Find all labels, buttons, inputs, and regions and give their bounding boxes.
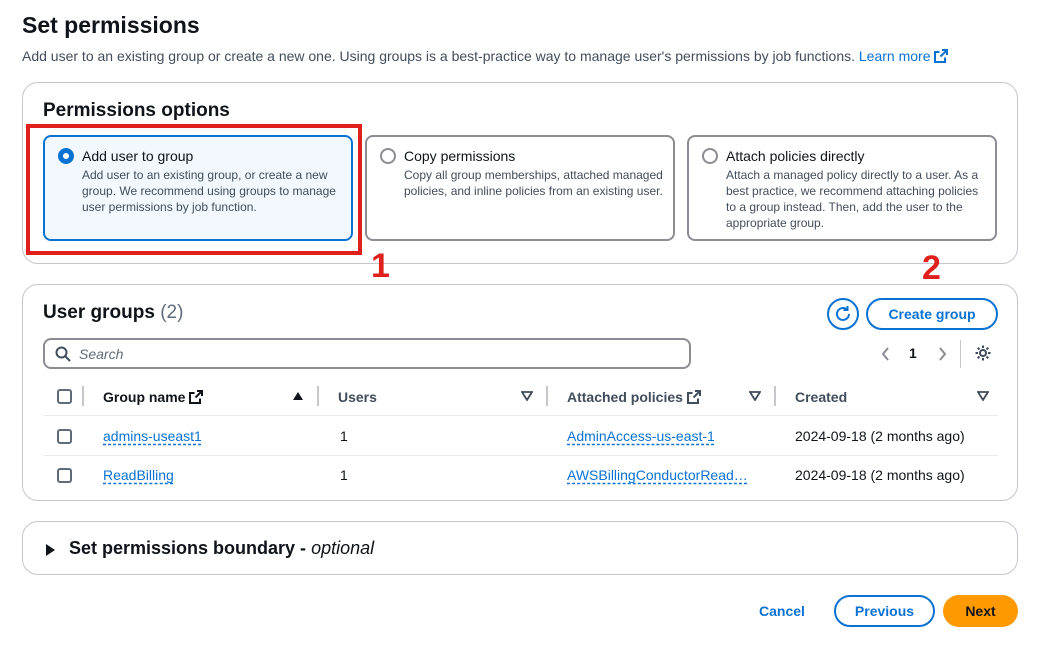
column-header-group-name[interactable]: Group name [103, 389, 204, 405]
created-date: 2024-09-18 (2 months ago) [795, 428, 965, 444]
policy-link[interactable]: AdminAccess-us-east-1 [567, 428, 715, 444]
page-description-text: Add user to an existing group or create … [22, 48, 855, 64]
select-all-checkbox[interactable] [57, 389, 72, 404]
previous-page-icon[interactable] [880, 347, 892, 361]
row-checkbox[interactable] [57, 429, 72, 444]
radio-copy-permissions[interactable] [380, 148, 396, 164]
external-link-icon [934, 49, 949, 63]
search-icon [55, 346, 71, 362]
row-checkbox[interactable] [57, 468, 72, 483]
refresh-icon [836, 306, 850, 321]
create-group-button[interactable]: Create group [866, 298, 998, 330]
page-title: Set permissions [22, 12, 200, 38]
column-header-label: Attached policies [567, 389, 683, 405]
option-label: Copy permissions [404, 148, 516, 164]
permissions-boundary-label[interactable]: Set permissions boundary - optional [69, 538, 374, 559]
column-separator [546, 386, 548, 406]
page-description: Add user to an existing group or create … [22, 48, 949, 64]
column-header-label: Group name [103, 389, 186, 405]
refresh-button[interactable] [827, 298, 859, 330]
gear-icon[interactable] [974, 344, 992, 362]
column-separator [774, 386, 776, 406]
users-count: 1 [340, 428, 348, 444]
user-groups-count: (2) [160, 302, 184, 323]
cancel-button[interactable]: Cancel [748, 595, 816, 627]
option-description: Copy all group memberships, attached man… [404, 168, 663, 198]
next-button[interactable]: Next [943, 595, 1018, 627]
previous-button[interactable]: Previous [834, 595, 935, 627]
sort-icon[interactable] [977, 391, 989, 401]
annotation-number-1: 1 [371, 247, 390, 285]
column-header-attached-policies[interactable]: Attached policies [567, 389, 701, 405]
annotation-number-2: 2 [922, 249, 941, 287]
boundary-title: Set permissions boundary - [69, 538, 312, 558]
table-header-divider [43, 415, 998, 416]
column-header-created[interactable]: Created [795, 389, 847, 405]
page-number[interactable]: 1 [909, 345, 917, 361]
permissions-options-heading: Permissions options [43, 100, 230, 121]
user-groups-heading: User groups (2) [43, 302, 183, 324]
permissions-boundary-panel[interactable]: Set permissions boundary - optional [22, 521, 1018, 575]
group-name-link[interactable]: admins-useast1 [103, 428, 202, 444]
users-count: 1 [340, 467, 348, 483]
option-attach-policies[interactable]: Attach policies directly Attach a manage… [687, 135, 997, 241]
option-description: Attach a managed policy directly to a us… [726, 168, 979, 230]
sort-icon[interactable] [521, 391, 533, 401]
option-copy-permissions[interactable]: Copy permissions Copy all group membersh… [365, 135, 675, 241]
learn-more-label: Learn more [858, 48, 931, 64]
user-groups-panel: User groups (2) Create group 1 Group nam… [22, 284, 1018, 501]
sort-icon[interactable] [749, 391, 761, 401]
user-groups-title: User groups [43, 302, 155, 323]
option-label: Attach policies directly [726, 148, 865, 164]
group-name-link[interactable]: ReadBilling [103, 467, 174, 483]
external-link-icon [686, 390, 701, 404]
column-separator [317, 386, 319, 406]
boundary-optional: optional [311, 538, 375, 558]
column-header-users[interactable]: Users [338, 389, 377, 405]
column-separator [82, 386, 84, 406]
pager-divider [960, 340, 961, 368]
search-input[interactable] [79, 345, 679, 363]
policy-link[interactable]: AWSBillingConductorRead… [567, 467, 748, 483]
sort-ascending-icon[interactable] [292, 391, 304, 401]
annotation-box-1 [26, 124, 362, 255]
next-page-icon[interactable] [936, 347, 948, 361]
learn-more-link[interactable]: Learn more [859, 48, 949, 64]
row-divider [43, 455, 998, 456]
search-field[interactable] [43, 338, 691, 369]
created-date: 2024-09-18 (2 months ago) [795, 467, 965, 483]
caret-right-icon[interactable] [45, 544, 55, 556]
external-link-icon [189, 390, 204, 404]
radio-attach-policies[interactable] [702, 148, 718, 164]
